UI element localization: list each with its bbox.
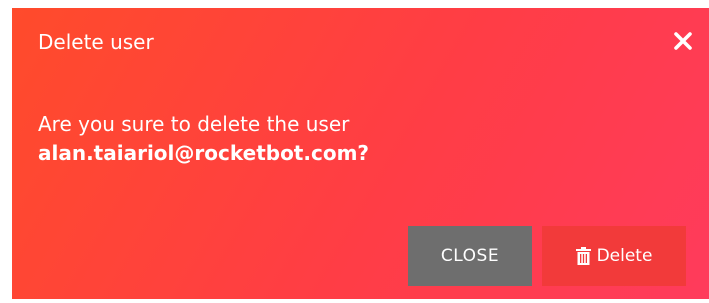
dialog-title: Delete user [38, 30, 154, 54]
close-button[interactable]: CLOSE [408, 226, 532, 286]
user-email: alan.taiariol@rocketbot.com? [38, 141, 370, 165]
delete-button[interactable]: Delete [542, 226, 686, 286]
trash-icon [575, 247, 591, 265]
delete-button-label: Delete [596, 246, 653, 266]
close-button-label: CLOSE [440, 246, 500, 266]
delete-user-dialog: Delete user Are you sure to delete the u… [12, 8, 709, 299]
close-icon[interactable] [671, 29, 695, 53]
confirmation-text: Are you sure to delete the user [38, 112, 350, 136]
dialog-message: Are you sure to delete the user alan.tai… [38, 110, 678, 168]
